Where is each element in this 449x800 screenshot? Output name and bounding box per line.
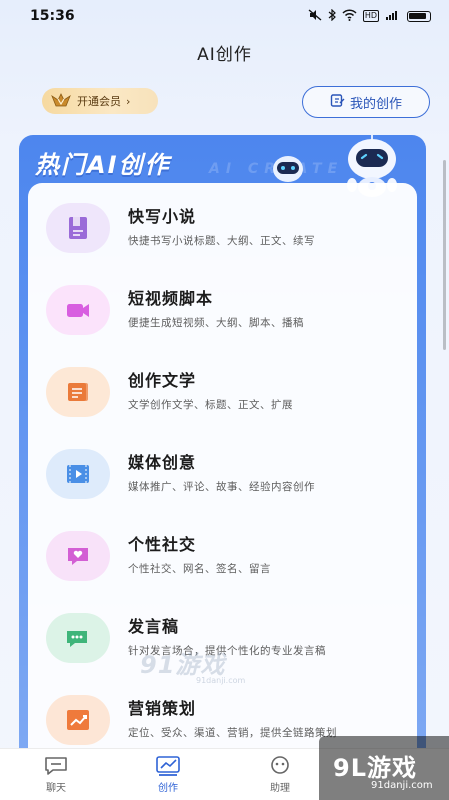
watermark-center-sub: 91danji.com	[196, 676, 246, 685]
item-title: 媒体创意	[128, 453, 197, 472]
hd-badge: HD	[362, 10, 379, 22]
vip-crown-icon	[50, 92, 72, 110]
vip-button[interactable]: 开通会员 ›	[42, 88, 158, 114]
list-item[interactable]: 快写小说快捷书写小说标题、大纲、正文、续写	[28, 195, 417, 277]
item-description: 个性社交、网名、签名、留言	[128, 563, 271, 575]
status-icons: HD	[308, 8, 431, 24]
list-item[interactable]: 创作文学文学创作文学、标题、正文、扩展	[28, 359, 417, 441]
list-item[interactable]: 个性社交个性社交、网名、签名、留言	[28, 523, 417, 605]
nav-item-chat[interactable]: 聊天	[26, 755, 86, 794]
trend-chart-icon	[46, 695, 110, 745]
item-title: 快写小说	[128, 207, 197, 226]
mute-icon	[308, 8, 322, 24]
watermark-center: 91游戏	[140, 651, 226, 679]
my-creations-label: 我的创作	[349, 96, 402, 112]
item-title: 创作文学	[128, 371, 197, 390]
item-description: 快捷书写小说标题、大纲、正文、续写	[128, 235, 315, 247]
status-time: 15:36	[30, 8, 75, 24]
signal-icon	[385, 9, 401, 24]
film-icon	[46, 449, 110, 499]
list-item[interactable]: 媒体创意媒体推广、评论、故事、经验内容创作	[28, 441, 417, 523]
status-bar: 15:36 HD	[0, 0, 449, 32]
item-title: 短视频脚本	[128, 289, 214, 308]
item-title: 发言稿	[128, 617, 180, 636]
chart-icon	[156, 756, 180, 776]
item-description: 文学创作文学、标题、正文、扩展	[128, 399, 293, 411]
chevron-right-icon: ›	[126, 94, 131, 108]
item-description: 定位、受众、渠道、营销，提供全链路策划	[128, 727, 337, 739]
wifi-icon	[342, 8, 357, 24]
nav-item-assistant[interactable]: 助理	[250, 755, 310, 794]
battery-icon	[407, 10, 431, 22]
item-title: 个性社交	[128, 535, 197, 554]
my-creations-button[interactable]: 我的创作	[302, 86, 430, 118]
nav-label-assistant: 助理	[270, 783, 290, 794]
watermark-corner-sub: 91danji.com	[371, 780, 433, 791]
page-title: AI创作	[197, 45, 252, 65]
nav-item-create[interactable]: 创作	[138, 755, 198, 794]
edit-icon	[330, 93, 345, 112]
item-description: 便捷生成短视频、大纲、脚本、播稿	[128, 317, 304, 329]
vip-label: 开通会员	[77, 95, 121, 108]
chat-icon	[45, 757, 67, 775]
item-description: 媒体推广、评论、故事、经验内容创作	[128, 481, 315, 493]
scroll-icon	[46, 367, 110, 417]
nav-label-create: 创作	[158, 783, 178, 794]
chat-bubble-icon	[46, 613, 110, 663]
robot-small-icon	[273, 156, 303, 182]
watermark-corner-text: 9L游戏	[333, 754, 417, 782]
hot-section-title: 热门AI创作	[35, 151, 171, 179]
bluetooth-icon	[328, 8, 336, 24]
watermark-corner: 9L游戏 91danji.com	[319, 736, 449, 800]
scrollbar[interactable]	[443, 160, 446, 350]
list-item[interactable]: 短视频脚本便捷生成短视频、大纲、脚本、播稿	[28, 277, 417, 359]
item-title: 营销策划	[128, 699, 197, 718]
video-camera-icon	[46, 285, 110, 335]
heart-chat-icon	[46, 531, 110, 581]
book-icon	[46, 203, 110, 253]
assistant-icon	[271, 756, 289, 774]
nav-label-chat: 聊天	[46, 783, 66, 794]
